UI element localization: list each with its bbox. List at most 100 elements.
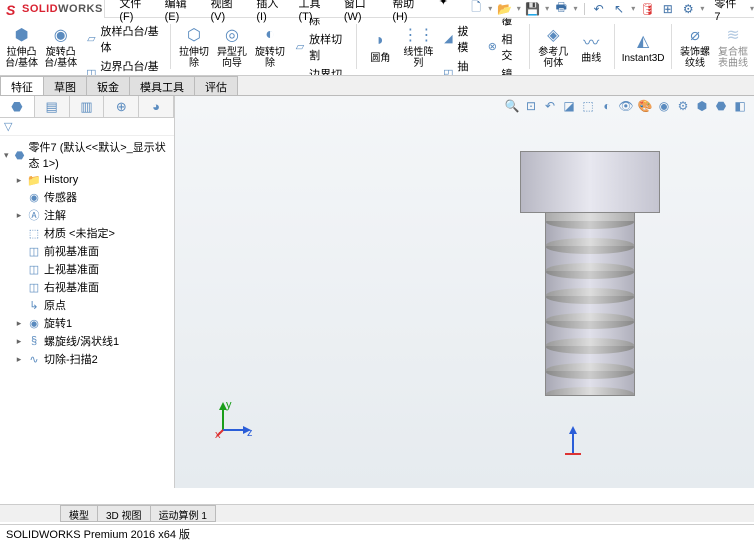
- loft-icon: ▱: [85, 32, 97, 46]
- tree-helix[interactable]: ▸§螺旋线/涡状线1: [0, 332, 174, 350]
- thread-button[interactable]: ⌀装饰螺纹线: [678, 20, 712, 73]
- rib-button[interactable]: ▥筋: [439, 18, 479, 21]
- origin-icon: ↳: [27, 298, 41, 312]
- hide-show-button[interactable]: 👁: [618, 98, 634, 114]
- annotation-icon: Ⓐ: [27, 208, 41, 222]
- ref-geometry-button[interactable]: ◈参考几何体: [536, 20, 570, 73]
- tree-origin[interactable]: ↳原点: [0, 296, 174, 314]
- logo-icon: S: [6, 2, 20, 16]
- zoom-fit-button[interactable]: 🔍: [504, 98, 520, 114]
- hole-icon: ◎: [221, 24, 243, 46]
- btab-model[interactable]: 模型: [60, 505, 98, 522]
- feature-tree: ▾⬣零件7 (默认<<默认>_显示状态 1>) ▸📁History ◉传感器 ▸…: [0, 136, 174, 488]
- panel-tab-dim[interactable]: ⊕: [104, 96, 139, 117]
- rebuild-button[interactable]: 🛢: [639, 1, 655, 17]
- pattern-button[interactable]: ⋮⋮线性阵列: [401, 20, 435, 73]
- tab-mold[interactable]: 模具工具: [129, 76, 195, 95]
- thread-turn: [545, 371, 635, 396]
- hole-wizard-button[interactable]: ◎异型孔向导: [215, 20, 249, 73]
- tab-feature[interactable]: 特征: [0, 76, 44, 95]
- graphics-viewport[interactable]: 🔍 ⊡ ↶ ◪ ⬚ ◐ 👁 🎨 ◉ ⚙ ⬢ ⬣ ◧: [175, 96, 754, 488]
- edit-appearance-button[interactable]: 🎨: [637, 98, 653, 114]
- tab-sheetmetal[interactable]: 钣金: [86, 76, 130, 95]
- extrude-boss-button[interactable]: ⬢拉伸凸台/基体: [4, 20, 39, 73]
- view-settings-button[interactable]: ⚙: [675, 98, 691, 114]
- fillet-button[interactable]: ◗圆角: [363, 20, 397, 73]
- print-button[interactable]: 🖶: [553, 1, 569, 17]
- tree-material[interactable]: ⬚材质 <未指定>: [0, 224, 174, 242]
- thread-turn: [545, 271, 635, 296]
- draft-button[interactable]: ◢拔模: [439, 22, 479, 56]
- tree-front-plane[interactable]: ◫前视基准面: [0, 242, 174, 260]
- save-button[interactable]: 💾: [525, 1, 541, 17]
- cutsweep-icon: ∿: [27, 352, 41, 366]
- filter-icon: ▽: [4, 120, 12, 133]
- bolt-head: [520, 151, 660, 213]
- tree-top-plane[interactable]: ◫上视基准面: [0, 260, 174, 278]
- shell-button[interactable]: ◰抽壳: [439, 57, 479, 77]
- tree-cut-sweep[interactable]: ▸∿切除-扫描2: [0, 350, 174, 368]
- wrap-icon: ⊕: [486, 18, 498, 19]
- composite-icon: ≋: [722, 24, 744, 46]
- prev-view-button[interactable]: ↶: [542, 98, 558, 114]
- panel-tab-property[interactable]: ▤: [35, 96, 70, 117]
- boundary-button[interactable]: ◫边界凸台/基体: [82, 57, 164, 77]
- section-view-button[interactable]: ◪: [561, 98, 577, 114]
- tree-root[interactable]: ▾⬣零件7 (默认<<默认>_显示状态 1>): [0, 138, 174, 172]
- thread-turn: [545, 246, 635, 271]
- instant3d-button[interactable]: ◭Instant3D: [621, 20, 665, 73]
- tree-history[interactable]: ▸📁History: [0, 172, 174, 188]
- origin-marker: [563, 426, 583, 456]
- wrap-button[interactable]: ⊕包覆: [483, 18, 523, 29]
- options-button[interactable]: ⊞: [660, 1, 676, 17]
- intersect-button[interactable]: ⊗相交: [483, 30, 523, 64]
- tree-filter[interactable]: ▽: [0, 118, 174, 136]
- view-toolbar: 🔍 ⊡ ↶ ◪ ⬚ ◐ 👁 🎨 ◉ ⚙ ⬢ ⬣ ◧: [504, 98, 748, 114]
- cut-extrude-button[interactable]: ⬡拉伸切除: [177, 20, 211, 73]
- open-button[interactable]: 📂: [496, 1, 512, 17]
- revolve-boss-button[interactable]: ◉旋转凸台/基体: [43, 20, 78, 73]
- cut-loft-button[interactable]: ▱放样切割: [291, 30, 351, 64]
- apply-scene-button[interactable]: ◉: [656, 98, 672, 114]
- material-icon: ⬚: [27, 226, 41, 240]
- new-button[interactable]: 🗋: [468, 1, 484, 17]
- sweep-button[interactable]: ∿扫描: [82, 18, 164, 21]
- loft-button[interactable]: ▱放样凸台/基体: [82, 22, 164, 56]
- boss-group: ∿扫描 ▱放样凸台/基体 ◫边界凸台/基体: [82, 20, 164, 73]
- tree-sensors[interactable]: ◉传感器: [0, 188, 174, 206]
- draft-icon: ◢: [442, 32, 454, 46]
- settings-button[interactable]: ⚙: [680, 1, 696, 17]
- tree-revolve1[interactable]: ▸◉旋转1: [0, 314, 174, 332]
- menu-bar: S SOLIDWORKS 文件(F) 编辑(E) 视图(V) 插入(I) 工具(…: [0, 0, 754, 18]
- panel-tab-tree[interactable]: ⬣: [0, 96, 35, 117]
- part-icon: ⬣: [14, 148, 26, 162]
- undo-button[interactable]: ↶: [590, 1, 606, 17]
- tab-evaluate[interactable]: 评估: [194, 76, 238, 95]
- cut-boundary-button[interactable]: ◫边界切除: [291, 65, 351, 77]
- thread-icon: ⌀: [684, 24, 706, 46]
- cut-revolve-button[interactable]: ◐旋转切除: [253, 20, 287, 73]
- main-area: ⬣ ▤ ▥ ⊕ ◕ ▽ ▾⬣零件7 (默认<<默认>_显示状态 1>) ▸📁Hi…: [0, 96, 754, 488]
- cube-button2[interactable]: ⬣: [713, 98, 729, 114]
- cut-sweep-button[interactable]: ∿扫描切除: [291, 18, 351, 29]
- svg-text:z: z: [247, 427, 253, 438]
- thread-turn: [545, 346, 635, 371]
- zoom-area-button[interactable]: ⊡: [523, 98, 539, 114]
- cube-button3[interactable]: ◧: [732, 98, 748, 114]
- cube-button1[interactable]: ⬢: [694, 98, 710, 114]
- rib-icon: ▥: [442, 18, 456, 19]
- tree-annotations[interactable]: ▸Ⓐ注解: [0, 206, 174, 224]
- tree-right-plane[interactable]: ◫右视基准面: [0, 278, 174, 296]
- curves-icon: 〰: [580, 30, 602, 52]
- btab-motion[interactable]: 运动算例 1: [150, 505, 216, 522]
- select-button[interactable]: ↖: [611, 1, 627, 17]
- curves-button[interactable]: 〰曲线: [574, 20, 608, 73]
- display-style-button[interactable]: ◐: [599, 98, 615, 114]
- tab-sketch[interactable]: 草图: [43, 76, 87, 95]
- view-orient-button[interactable]: ⬚: [580, 98, 596, 114]
- mirror-button[interactable]: ⧉镜向: [483, 65, 523, 77]
- panel-tab-config[interactable]: ▥: [70, 96, 105, 117]
- btab-3dview[interactable]: 3D 视图: [97, 505, 151, 522]
- shell-icon: ◰: [442, 67, 454, 77]
- panel-tab-display[interactable]: ◕: [139, 96, 174, 117]
